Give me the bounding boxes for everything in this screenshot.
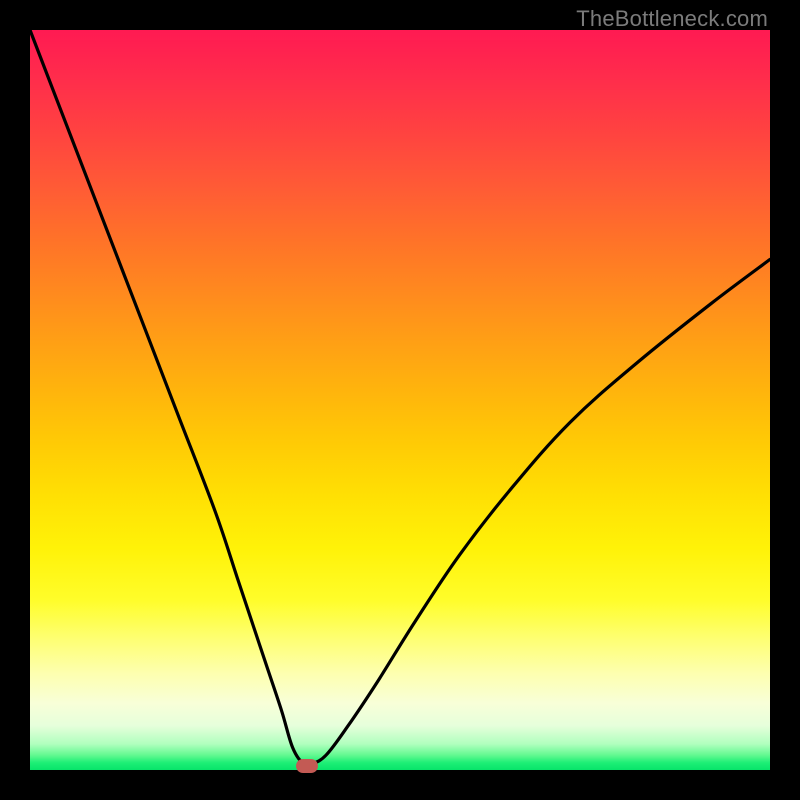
watermark-text: TheBottleneck.com — [576, 6, 768, 32]
curve-svg — [30, 30, 770, 770]
bottleneck-curve — [30, 30, 770, 766]
optimum-marker — [296, 759, 318, 773]
chart-frame: TheBottleneck.com — [0, 0, 800, 800]
plot-area — [30, 30, 770, 770]
